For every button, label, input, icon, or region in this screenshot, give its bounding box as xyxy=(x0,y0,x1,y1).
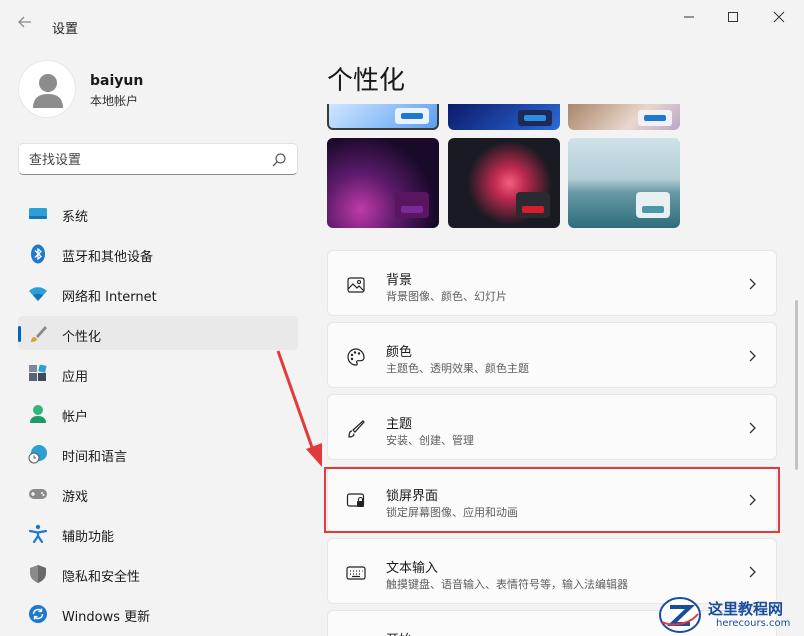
card-subtitle: 主题色、透明效果、颜色主题 xyxy=(386,362,529,375)
setting-card-lock-screen[interactable]: 锁屏界面 锁定屏幕图像、应用和动画 xyxy=(327,466,777,532)
account-icon xyxy=(30,405,46,423)
card-subtitle: 安装、创建、管理 xyxy=(386,434,474,447)
close-button[interactable] xyxy=(768,8,790,30)
watermark-name: 这里教程网 xyxy=(708,600,784,618)
sidebar-item-label: 网络和 Internet xyxy=(62,290,157,305)
theme-thumbnail[interactable] xyxy=(448,104,560,130)
minimize-button[interactable] xyxy=(678,8,700,30)
card-title: 主题 xyxy=(386,417,413,432)
card-title: 颜色 xyxy=(386,345,413,360)
card-title: 背景 xyxy=(386,273,413,288)
card-title: 文本输入 xyxy=(386,561,439,576)
card-subtitle: 锁定屏幕图像、应用和动画 xyxy=(386,506,518,519)
maximize-button[interactable] xyxy=(722,8,744,30)
sidebar-item-bluetooth[interactable]: 蓝牙和其他设备 xyxy=(18,236,298,270)
theme-thumbnail[interactable] xyxy=(568,138,680,228)
apps-icon xyxy=(29,364,47,381)
setting-card-background[interactable]: 背景 背景图像、颜色、幻灯片 xyxy=(327,250,777,316)
paintbrush-icon xyxy=(31,326,47,342)
sidebar-item-system[interactable]: 系统 xyxy=(18,196,298,230)
title-bar: 设置 xyxy=(0,0,804,40)
card-title: 开始 xyxy=(386,629,412,636)
minimize-icon xyxy=(684,16,694,18)
sidebar-item-label: Windows 更新 xyxy=(62,610,151,625)
palette-icon xyxy=(347,348,365,366)
globe-clock-icon xyxy=(28,445,47,464)
system-monitor-icon xyxy=(29,208,47,219)
watermark: 这里教程网 herecours.com xyxy=(656,594,804,636)
card-subtitle: 背景图像、颜色、幻灯片 xyxy=(386,290,507,303)
setting-card-themes[interactable]: 主题 安装、创建、管理 xyxy=(327,394,777,460)
shield-icon xyxy=(30,565,46,583)
wifi-icon xyxy=(29,287,47,301)
search-icon xyxy=(272,153,286,167)
chevron-right-icon xyxy=(749,494,756,506)
theme-thumbnail[interactable] xyxy=(448,138,560,228)
sidebar-item-label: 应用 xyxy=(62,370,89,385)
sidebar-item-accessibility[interactable]: 辅助功能 xyxy=(18,516,298,550)
user-name: baiyun xyxy=(90,73,144,89)
watermark-logo-icon xyxy=(659,597,701,633)
search-box[interactable] xyxy=(18,143,298,175)
sidebar-item-label: 时间和语言 xyxy=(62,450,128,465)
app-title: 设置 xyxy=(52,22,79,37)
sidebar-item-personalization[interactable]: 个性化 xyxy=(18,316,298,350)
lock-screen-icon xyxy=(346,493,365,507)
card-title: 锁屏界面 xyxy=(386,489,439,504)
scrollbar[interactable] xyxy=(795,300,798,470)
sidebar-item-label: 蓝牙和其他设备 xyxy=(62,250,154,265)
theme-thumbnail[interactable] xyxy=(327,104,439,130)
gamepad-icon xyxy=(29,489,47,499)
accessibility-icon xyxy=(28,524,48,544)
sidebar-item-label: 游戏 xyxy=(62,490,89,505)
chevron-right-icon xyxy=(749,422,756,434)
setting-card-colors[interactable]: 颜色 主题色、透明效果、颜色主题 xyxy=(327,322,777,388)
back-arrow-icon xyxy=(18,16,31,28)
sidebar-item-label: 系统 xyxy=(62,210,89,225)
account-type: 本地帐户 xyxy=(90,94,139,108)
theme-thumbnail[interactable] xyxy=(327,138,439,228)
sidebar-item-accounts[interactable]: 帐户 xyxy=(18,396,298,430)
sidebar-nav: 系统 蓝牙和其他设备 网络和 Internet 个性化 应用 帐户 时间和语言 … xyxy=(18,196,298,636)
back-button[interactable] xyxy=(14,14,36,36)
sidebar-item-label: 个性化 xyxy=(62,330,102,345)
user-avatar-icon xyxy=(33,74,63,108)
sidebar-item-label: 帐户 xyxy=(62,410,89,425)
card-subtitle: 触摸键盘、语音输入、表情符号等，输入法编辑器 xyxy=(386,578,628,591)
sidebar-item-time-language[interactable]: 时间和语言 xyxy=(18,436,298,470)
avatar xyxy=(18,60,76,118)
keyboard-icon xyxy=(346,566,366,580)
sidebar-item-windows-update[interactable]: Windows 更新 xyxy=(18,596,298,630)
sidebar-item-network[interactable]: 网络和 Internet xyxy=(18,276,298,310)
sidebar-item-gaming[interactable]: 游戏 xyxy=(18,476,298,510)
maximize-icon xyxy=(728,12,738,22)
annotation-arrow xyxy=(276,350,322,467)
chevron-right-icon xyxy=(749,278,756,290)
bluetooth-icon xyxy=(31,244,45,264)
theme-thumbnail[interactable] xyxy=(568,104,680,130)
sidebar-item-label: 隐私和安全性 xyxy=(62,570,141,585)
close-icon xyxy=(773,11,785,23)
update-icon xyxy=(29,605,47,623)
picture-icon xyxy=(347,277,365,293)
user-profile[interactable]: baiyun 本地帐户 xyxy=(18,60,298,120)
chevron-right-icon xyxy=(749,566,756,578)
brush-icon xyxy=(348,420,365,438)
watermark-url: herecours.com xyxy=(716,618,791,629)
page-title: 个性化 xyxy=(327,66,406,96)
chevron-right-icon xyxy=(749,350,756,362)
sidebar-item-label: 辅助功能 xyxy=(62,530,115,545)
search-input[interactable] xyxy=(29,150,259,170)
sidebar-item-privacy[interactable]: 隐私和安全性 xyxy=(18,556,298,590)
sidebar-item-apps[interactable]: 应用 xyxy=(18,356,298,390)
